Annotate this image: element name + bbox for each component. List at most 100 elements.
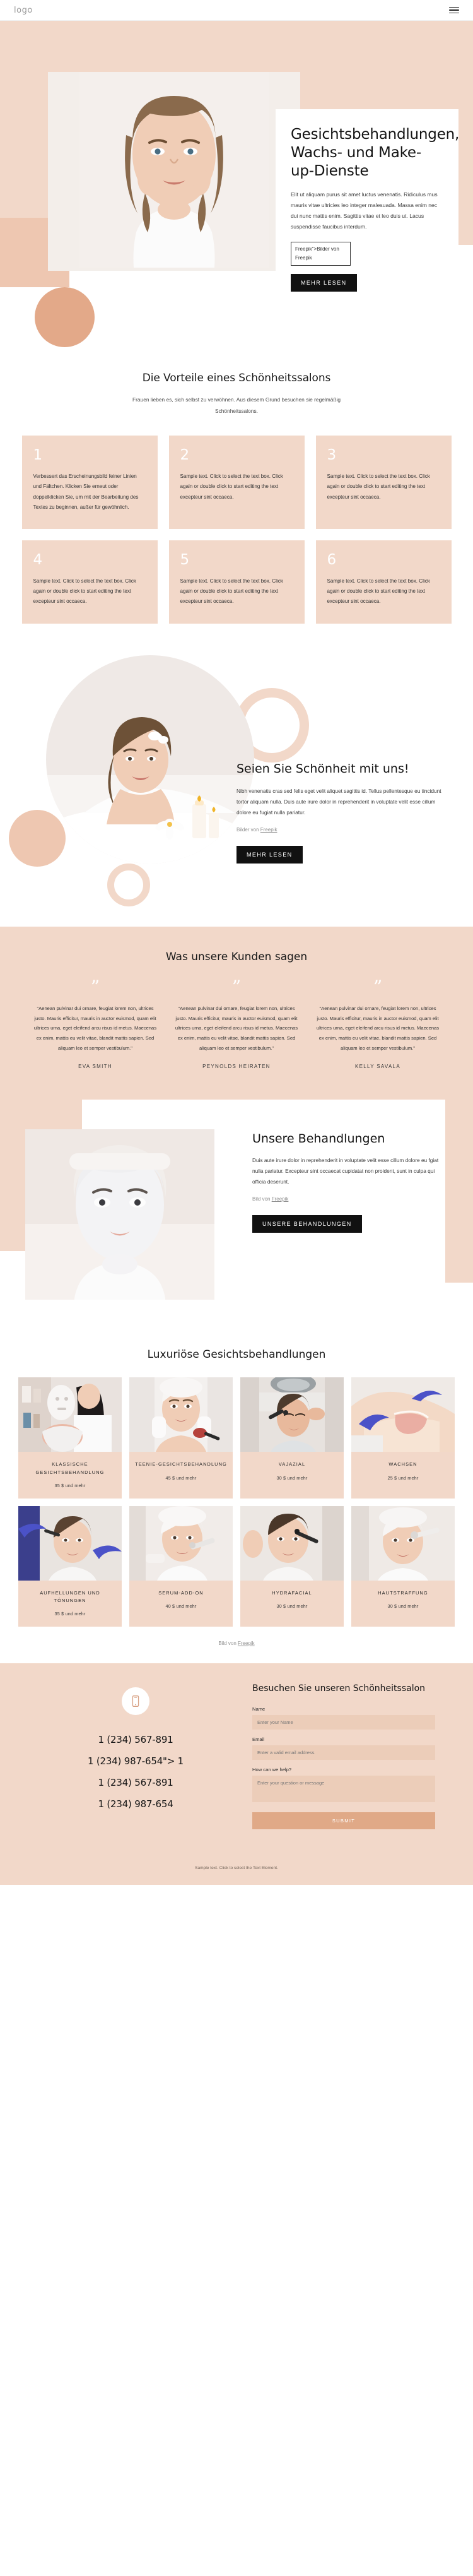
- hero-text-card: Gesichtsbehandlungen, Wachs- und Make-up…: [276, 109, 460, 307]
- luxury-card[interactable]: WACHSEN 25 $ und mehr: [351, 1377, 455, 1499]
- treatments-cta-button[interactable]: UNSERE BEHANDLUNGEN: [252, 1214, 362, 1233]
- hamburger-icon[interactable]: [449, 6, 459, 14]
- luxury-card-title: WACHSEN: [388, 1461, 418, 1468]
- testimonial-item: ” "Aenean pulvinar dui ornare, feugiat l…: [32, 978, 158, 1069]
- skin-tightening-treatment-image: [351, 1505, 455, 1581]
- woman-face-illustration: [79, 72, 269, 268]
- phone-number[interactable]: 1 (234) 567-891: [38, 1734, 233, 1745]
- luxury-card-image: [351, 1505, 455, 1581]
- testimonial-text: "Aenean pulvinar dui ornare, feugiat lor…: [33, 1005, 157, 1052]
- hero-image-credit[interactable]: Freepik">Bilder von Freepik: [291, 241, 351, 266]
- luxury-card[interactable]: HAUTSTRAFFUNG 30 $ und mehr: [351, 1505, 455, 1627]
- luxury-card-price: 45 $ und mehr: [165, 1475, 197, 1481]
- phone-number[interactable]: 1 (234) 987-654"> 1: [38, 1755, 233, 1767]
- testimonial-author: KELLY SAVALA: [355, 1064, 400, 1070]
- name-field[interactable]: [252, 1715, 435, 1730]
- luxury-card-title: HYDRAFACIAL: [272, 1589, 312, 1596]
- contact-inner: 1 (234) 567-891 1 (234) 987-654"> 1 1 (2…: [0, 1682, 473, 1830]
- phone-number[interactable]: 1 (234) 567-891: [38, 1777, 233, 1788]
- luxury-title: Luxuriöse Gesichtsbehandlungen: [147, 1348, 326, 1362]
- treatments-body: Duis aute irure dolor in reprehenderit i…: [252, 1156, 439, 1185]
- luxury-card[interactable]: AUFHELLUNGEN UND TÖNUNGEN 35 $ und mehr: [18, 1505, 122, 1627]
- hydrafacial-treatment-image: [240, 1505, 344, 1581]
- face-mask-illustration: [25, 1129, 214, 1300]
- benefit-number: 5: [180, 552, 190, 569]
- hero-title: Gesichtsbehandlungen, Wachs- und Make-up…: [291, 126, 460, 179]
- logo[interactable]: logo: [14, 6, 33, 15]
- waxing-treatment-image: [351, 1377, 455, 1452]
- luxury-card-caption: SERUM-ADD-ON 40 $ und mehr: [129, 1581, 233, 1619]
- testimonial-item: ” "Aenean pulvinar dui ornare, feugiat l…: [173, 978, 300, 1069]
- luxury-card-title: SERUM-ADD-ON: [158, 1589, 204, 1596]
- benefit-card: 3 Sample text. Click to select the text …: [315, 436, 452, 530]
- luxury-card-image: [18, 1377, 122, 1452]
- benefits-section: Die Vorteile eines Schönheitssalons Frau…: [0, 287, 473, 643]
- teen-facial-treatment-image: [129, 1377, 233, 1452]
- luxury-card-caption: AUFHELLUNGEN UND TÖNUNGEN 35 $ und mehr: [18, 1581, 122, 1627]
- luxury-credit-prefix: Bild von: [218, 1641, 238, 1647]
- beauty-cta-button[interactable]: MEHR LESEN: [237, 845, 303, 864]
- beauty-credit-prefix: Bilder von: [237, 827, 260, 833]
- benefit-text: Sample text. Click to select the text bo…: [327, 578, 430, 605]
- hamburger-bar: [449, 9, 459, 11]
- treatments-credit: Bild von Freepik: [252, 1195, 441, 1204]
- submit-button[interactable]: SUBMIT: [252, 1812, 435, 1830]
- hero-cta-button[interactable]: MEHR LESEN: [291, 274, 357, 292]
- benefit-card: 4 Sample text. Click to select the text …: [21, 540, 158, 624]
- vajazial-treatment-image: [240, 1377, 344, 1452]
- luxury-card-price: 35 $ und mehr: [54, 1482, 86, 1488]
- decor-circle-solid: [9, 809, 66, 867]
- treatments-credit-link[interactable]: Freepik: [272, 1196, 289, 1202]
- luxury-card[interactable]: SERUM-ADD-ON 40 $ und mehr: [129, 1505, 233, 1627]
- message-field[interactable]: [252, 1776, 435, 1803]
- phone-icon: [122, 1687, 149, 1716]
- treatments-accent-right: [445, 1100, 473, 1283]
- benefit-text: Sample text. Click to select the text bo…: [180, 578, 283, 605]
- luxury-card-caption: WACHSEN 25 $ und mehr: [351, 1452, 455, 1490]
- contact-form-title: Besuchen Sie unseren Schönheitssalon: [252, 1683, 426, 1694]
- luxury-card-image: [129, 1377, 233, 1452]
- treatments-credit-prefix: Bild von: [252, 1196, 272, 1202]
- phone-list: 1 (234) 567-891 1 (234) 987-654"> 1 1 (2…: [38, 1734, 233, 1810]
- luxury-credit: Bild von Freepik: [0, 1637, 473, 1648]
- testimonials-title: Was unsere Kunden sagen: [165, 950, 308, 963]
- luxury-card[interactable]: HYDRAFACIAL 30 $ und mehr: [240, 1505, 344, 1627]
- benefit-text: Sample text. Click to select the text bo…: [33, 578, 136, 605]
- luxury-card-caption: HYDRAFACIAL 30 $ und mehr: [240, 1581, 344, 1619]
- luxury-card-price: 30 $ und mehr: [276, 1475, 308, 1481]
- luxury-credit-link[interactable]: Freepik: [238, 1641, 255, 1646]
- benefit-number: 4: [33, 552, 43, 569]
- quote-icon: ”: [373, 976, 383, 997]
- luxury-card[interactable]: TEENIE-GESICHTSBEHANDLUNG 45 $ und mehr: [129, 1377, 233, 1499]
- luxury-card-image: [240, 1377, 344, 1452]
- beauty-credit-link[interactable]: Freepik: [260, 827, 277, 833]
- phone-column: 1 (234) 567-891 1 (234) 987-654"> 1 1 (2…: [38, 1682, 233, 1829]
- beauty-text-block: Seien Sie Schönheit mit uns! Nibh venena…: [237, 761, 448, 864]
- led-mask-treatment-image: [18, 1377, 122, 1452]
- beauty-title: Seien Sie Schönheit mit uns!: [237, 761, 409, 776]
- contact-section: 1 (234) 567-891 1 (234) 987-654"> 1 1 (2…: [0, 1663, 473, 1851]
- benefits-title: Die Vorteile eines Schönheitssalons: [142, 372, 331, 384]
- message-field-label: How can we help?: [252, 1767, 292, 1773]
- benefit-card: 5 Sample text. Click to select the text …: [168, 540, 305, 624]
- phone-number[interactable]: 1 (234) 987-654: [38, 1798, 233, 1810]
- testimonial-text: "Aenean pulvinar dui ornare, feugiat lor…: [175, 1005, 298, 1052]
- benefit-number: 3: [327, 447, 337, 464]
- footer-text: Sample text. Click to select the Text El…: [195, 1866, 278, 1871]
- benefit-number: 1: [33, 447, 43, 464]
- beauty-section: Seien Sie Schönheit mit uns! Nibh venena…: [0, 655, 473, 927]
- luxury-card-caption: HAUTSTRAFFUNG 30 $ und mehr: [351, 1581, 455, 1619]
- luxury-card-price: 30 $ und mehr: [387, 1603, 419, 1609]
- luxury-card-title: AUFHELLUNGEN UND TÖNUNGEN: [40, 1589, 100, 1603]
- benefit-card: 1 Verbessert das Erscheinungsbild feiner…: [21, 436, 158, 530]
- testimonials-section: Was unsere Kunden sagen ” "Aenean pulvin…: [0, 926, 473, 1100]
- luxury-card[interactable]: VAJAZIAL 30 $ und mehr: [240, 1377, 344, 1499]
- luxury-card[interactable]: KLASSISCHE GESICHTSBEHANDLUNG 35 $ und m…: [18, 1377, 122, 1499]
- spa-massage-illustration: [46, 655, 254, 864]
- mobile-phone-glyph: [132, 1695, 139, 1707]
- email-field[interactable]: [252, 1745, 435, 1760]
- hamburger-bar: [449, 6, 459, 8]
- luxury-card-caption: KLASSISCHE GESICHTSBEHANDLUNG 35 $ und m…: [18, 1452, 122, 1498]
- name-field-label: Name: [252, 1706, 266, 1712]
- decor-ring-small: [107, 863, 150, 906]
